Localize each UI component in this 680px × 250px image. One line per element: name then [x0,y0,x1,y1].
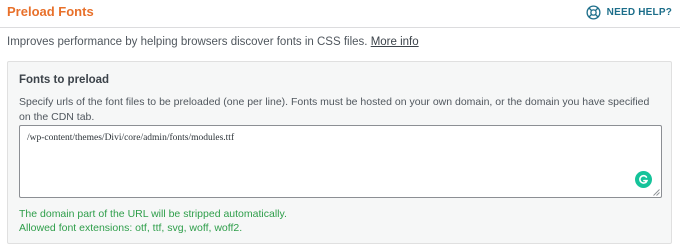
allowed-extensions-note: Allowed font extensions: otf, ttf, svg, … [19,222,243,234]
grammarly-icon[interactable] [635,171,652,188]
need-help-label: NEED HELP? [606,6,672,18]
section-title: Preload Fonts [7,4,94,19]
description-text: Improves performance by helping browsers… [7,36,368,48]
fonts-to-preload-panel: Fonts to preload Specify urls of the fon… [7,61,672,244]
lifebuoy-icon [586,4,601,20]
need-help-button[interactable]: NEED HELP? [586,3,672,21]
more-info-link[interactable]: More info [371,36,419,48]
grammarly-g-glyph [639,174,649,184]
section-header: Preload Fonts NEED HELP? [0,0,680,27]
fonts-to-preload-help: Specify urls of the font files to be pre… [19,96,650,123]
header-divider [0,27,680,28]
fonts-to-preload-label: Fonts to preload [19,74,110,86]
resize-handle-icon[interactable] [653,189,660,196]
textarea-value: /wp-content/themes/Divi/core/admin/fonts… [27,133,235,143]
section-description: Improves performance by helping browsers… [7,36,419,48]
domain-strip-note: The domain part of the URL will be strip… [19,208,287,220]
fonts-to-preload-textarea[interactable]: /wp-content/themes/Divi/core/admin/fonts… [19,125,662,198]
